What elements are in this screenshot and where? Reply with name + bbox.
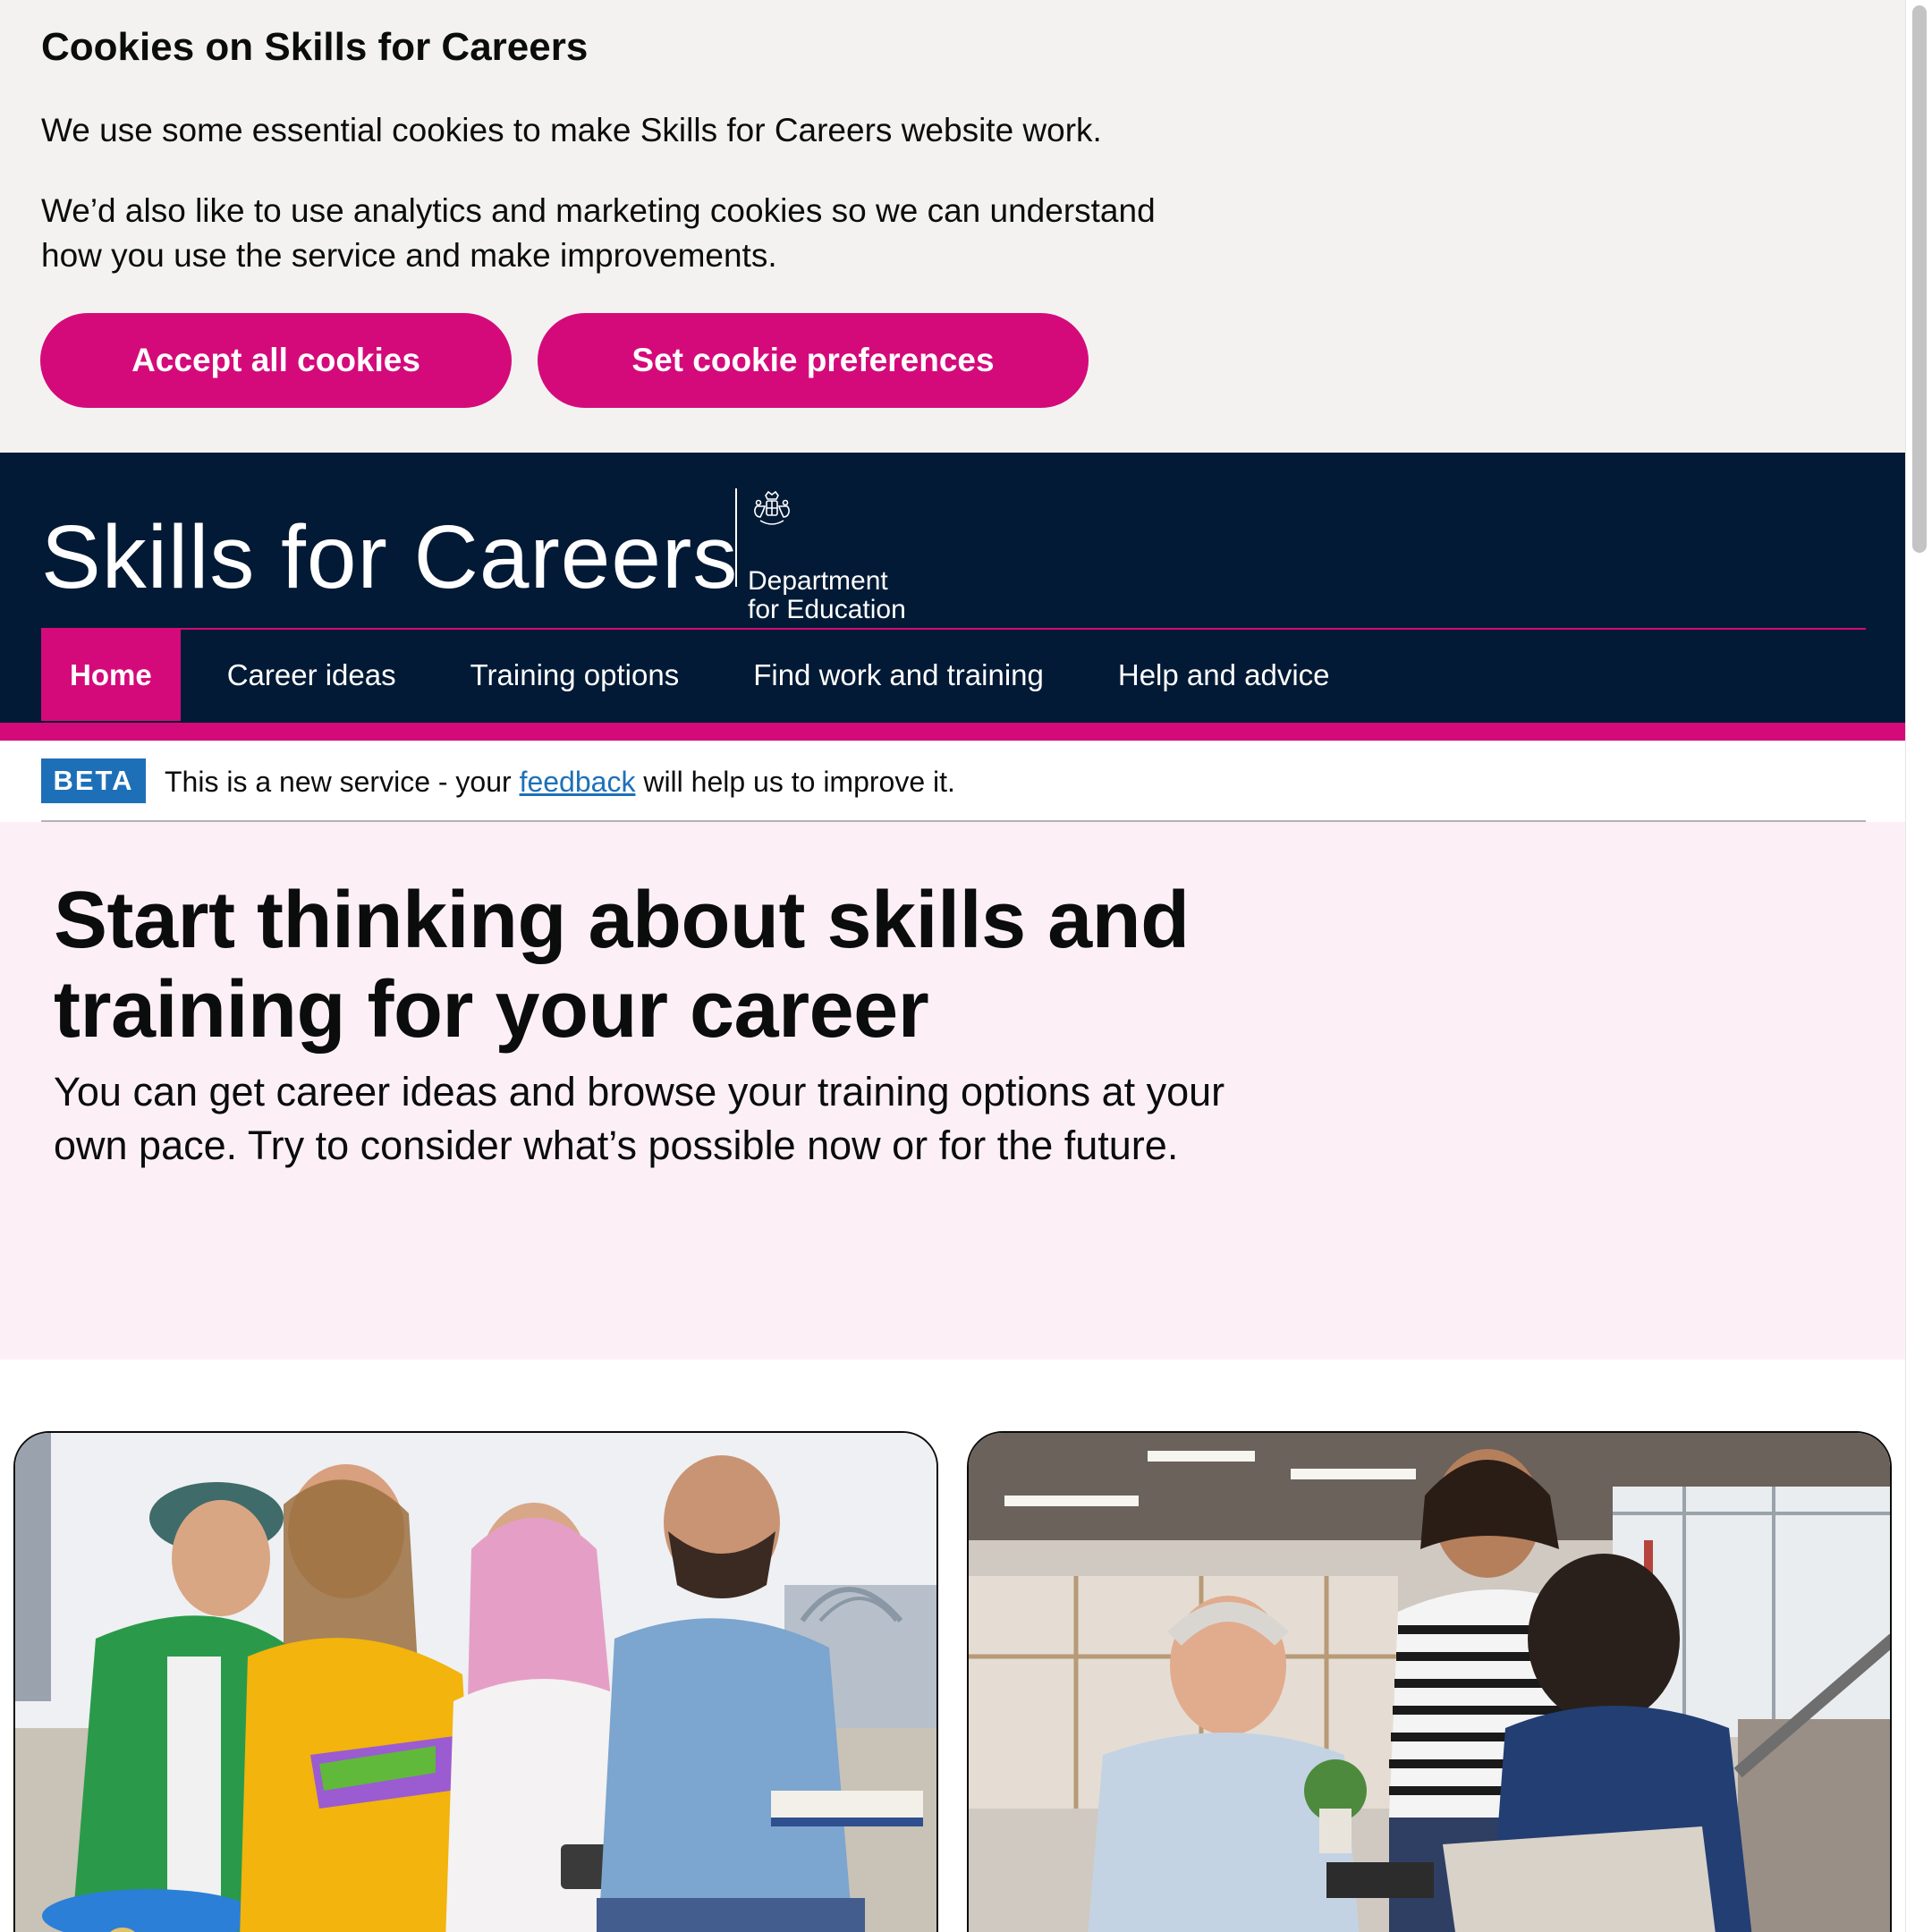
hero-subtitle: You can get career ideas and browse your… xyxy=(54,1069,1225,1168)
phase-banner-text: This is a new service - your feedback wi… xyxy=(165,764,955,800)
scrollbar-thumb[interactable] xyxy=(1912,5,1927,553)
nav-item-home[interactable]: Home xyxy=(41,630,181,721)
card-office-meeting[interactable] xyxy=(967,1431,1892,1932)
page-title: Start thinking about skills and training… xyxy=(54,876,1190,1055)
dfe-logo-text: Department xyxy=(748,566,888,596)
nav-item-find-work-and-training[interactable]: Find work and training xyxy=(753,630,1044,721)
beta-tag: BETA xyxy=(41,758,146,803)
phase-banner-text-start: This is a new service - your xyxy=(165,766,520,798)
nav-item-career-ideas[interactable]: Career ideas xyxy=(227,630,396,721)
hero: Start thinking about skills and training… xyxy=(0,822,1905,1360)
vertical-scrollbar[interactable] xyxy=(1905,0,1932,1932)
dfe-logo-text: for Education xyxy=(748,595,906,624)
cookie-banner: Cookies on Skills for Careers We use som… xyxy=(0,0,1905,453)
page: Cookies on Skills for Careers We use som… xyxy=(0,0,1905,1932)
young-people-studying-photo xyxy=(15,1433,936,1932)
site-title-link[interactable]: Skills for Careers xyxy=(41,499,738,615)
cookie-banner-text: We’d also like to use analytics and mark… xyxy=(41,192,1156,274)
phase-banner: BETA This is a new service - your feedba… xyxy=(0,741,1905,822)
office-meeting-photo xyxy=(969,1433,1890,1932)
header-accent-band xyxy=(0,723,1905,741)
nav-item-help-and-advice[interactable]: Help and advice xyxy=(1118,630,1330,721)
nav-item-training-options[interactable]: Training options xyxy=(470,630,680,721)
feedback-link[interactable]: feedback xyxy=(520,766,636,798)
royal-crest-icon xyxy=(754,490,790,525)
main-navigation: Home Career ideas Training options Find … xyxy=(41,630,1330,721)
set-cookie-preferences-button[interactable]: Set cookie preferences xyxy=(538,313,1089,408)
cookie-banner-title: Cookies on Skills for Careers xyxy=(41,25,589,69)
cookie-banner-text: We use some essential cookies to make Sk… xyxy=(41,112,1102,148)
card-young-people[interactable] xyxy=(13,1431,938,1932)
phase-banner-text-end: will help us to improve it. xyxy=(635,766,955,798)
dfe-logo[interactable]: Department for Education xyxy=(735,488,914,624)
accept-cookies-button[interactable]: Accept all cookies xyxy=(40,313,512,408)
site-header: Skills for Careers Department for Educat… xyxy=(0,453,1905,741)
